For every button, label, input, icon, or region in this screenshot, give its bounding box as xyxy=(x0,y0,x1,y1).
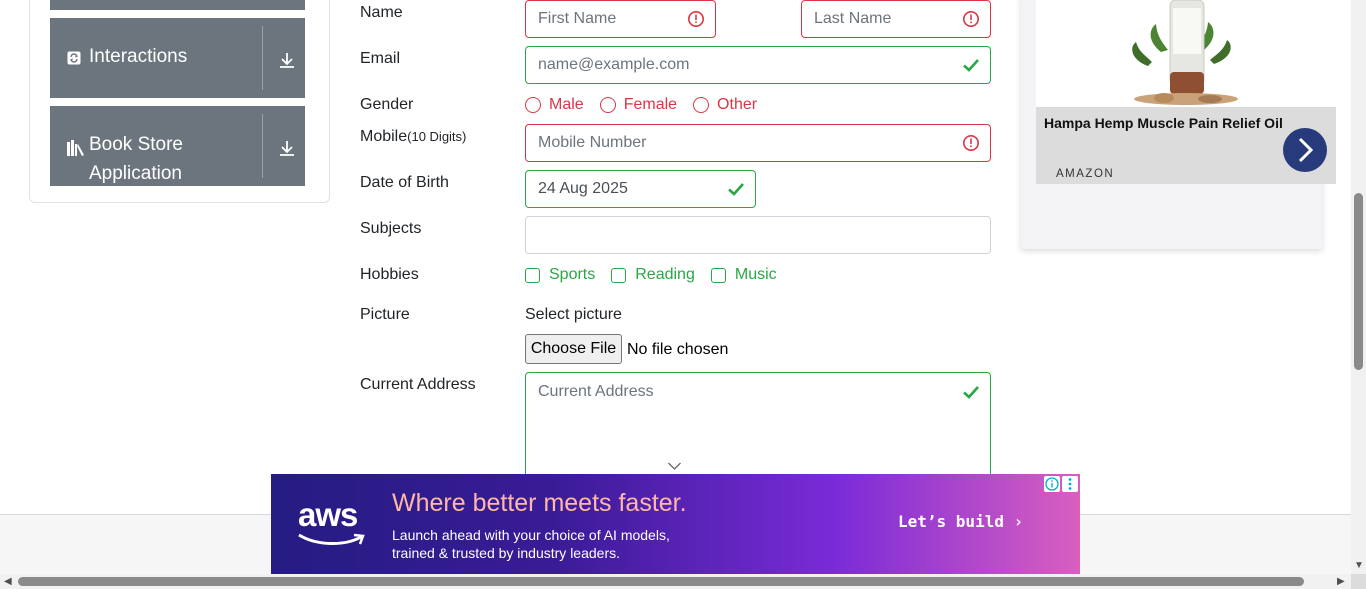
mobile-placeholder: Mobile Number xyxy=(538,134,647,151)
checkbox-label[interactable]: Sports xyxy=(549,266,595,284)
hemp-oil-bottle-icon xyxy=(1132,0,1238,105)
mobile-hint: (10 Digits) xyxy=(407,129,467,144)
hobby-reading-checkbox[interactable]: Reading xyxy=(611,266,695,284)
radio-label[interactable]: Other xyxy=(717,96,757,114)
gender-female-radio[interactable]: Female xyxy=(599,96,677,114)
radio-label[interactable]: Male xyxy=(549,96,584,114)
divider xyxy=(262,114,263,178)
scroll-left-arrow-icon[interactable]: ◀ xyxy=(4,577,12,587)
download-icon[interactable] xyxy=(277,138,297,158)
last-name-placeholder: Last Name xyxy=(814,10,892,27)
address-placeholder: Current Address xyxy=(538,383,654,400)
first-name-placeholder: First Name xyxy=(538,10,617,27)
email-placeholder: name@example.com xyxy=(538,56,690,73)
chevron-right-icon xyxy=(1298,137,1314,163)
error-icon xyxy=(963,135,979,151)
ad-subtext-line: Launch ahead with your choice of AI mode… xyxy=(392,527,670,543)
address-label: Current Address xyxy=(360,376,476,393)
vertical-scrollbar-thumb[interactable] xyxy=(1354,193,1363,370)
error-icon xyxy=(963,11,979,27)
file-status: No file chosen xyxy=(627,341,729,358)
sidebar-item-book-store[interactable]: Book Store Application xyxy=(50,106,305,186)
checkbox-box[interactable] xyxy=(525,267,540,283)
mobile-label-text: Mobile xyxy=(360,128,408,145)
download-icon[interactable] xyxy=(277,50,297,70)
check-icon xyxy=(963,59,979,72)
check-icon xyxy=(728,183,744,196)
subjects-input[interactable] xyxy=(525,216,991,254)
scroll-down-arrow-icon[interactable]: ▼ xyxy=(1354,561,1364,571)
sidebar-item-previous[interactable] xyxy=(50,0,305,10)
aws-logo: aws xyxy=(298,496,358,533)
gender-male-radio[interactable]: Male xyxy=(525,96,584,114)
gender-options: Male Female Other xyxy=(525,96,773,114)
dob-value: 24 Aug 2025 xyxy=(538,180,628,197)
horizontal-scrollbar-thumb[interactable] xyxy=(18,577,1304,586)
email-input[interactable]: name@example.com xyxy=(525,46,991,84)
address-textarea[interactable]: Current Address xyxy=(525,372,991,482)
email-label: Email xyxy=(360,50,401,67)
scroll-right-arrow-icon[interactable]: ▶ xyxy=(1337,577,1345,587)
gender-other-radio[interactable]: Other xyxy=(693,96,757,114)
hobby-sports-checkbox[interactable]: Sports xyxy=(525,266,595,284)
chevron-down-icon[interactable] xyxy=(667,461,682,471)
picture-label: Picture xyxy=(360,306,410,323)
subjects-label: Subjects xyxy=(360,220,422,237)
sidebar-item-label: Book Store Application xyxy=(89,134,183,184)
ad-cta-link[interactable]: Let’s build › xyxy=(898,512,1023,531)
check-icon xyxy=(963,386,979,399)
sidebar-item-label: Interactions xyxy=(89,46,188,67)
last-name-input[interactable]: Last Name xyxy=(801,0,991,38)
scrollbar-corner xyxy=(1351,574,1366,589)
ad-menu-icon[interactable] xyxy=(1062,476,1078,492)
ad-subtext-line: trained & trusted by industry leaders. xyxy=(392,545,621,561)
ad-title[interactable]: Hampa Hemp Muscle Pain Relief Oil xyxy=(1044,115,1283,131)
ad-product-image[interactable] xyxy=(1036,0,1336,107)
first-name-input[interactable]: First Name xyxy=(525,0,716,38)
ad-info-icon[interactable] xyxy=(1044,476,1060,492)
dob-input[interactable]: 24 Aug 2025 xyxy=(525,170,756,208)
checkbox-label[interactable]: Music xyxy=(735,266,777,284)
ad-headline: Where better meets faster. xyxy=(392,489,687,517)
radio-circle[interactable] xyxy=(693,97,710,113)
mobile-label: Mobile(10 Digits) xyxy=(360,128,466,146)
mobile-input[interactable]: Mobile Number xyxy=(525,124,991,162)
sidebar-item-interactions[interactable]: Interactions xyxy=(50,18,305,98)
gender-label: Gender xyxy=(360,96,414,113)
hobbies-options: Sports Reading Music xyxy=(525,266,793,284)
books-icon xyxy=(67,140,85,159)
name-label: Name xyxy=(360,4,403,21)
ad-source: AMAZON xyxy=(1056,168,1115,180)
radio-circle[interactable] xyxy=(525,97,541,113)
error-icon xyxy=(688,11,704,27)
hobbies-label: Hobbies xyxy=(360,266,419,283)
checkbox-box[interactable] xyxy=(710,267,726,283)
dob-label: Date of Birth xyxy=(360,174,449,191)
page: Interactions Book Store Application Name… xyxy=(0,0,1366,589)
ad-subtext: Launch ahead with your choice of AI mode… xyxy=(392,526,670,562)
checkbox-label[interactable]: Reading xyxy=(635,266,695,284)
choose-file-button[interactable]: Choose File xyxy=(525,334,622,364)
radio-circle[interactable] xyxy=(599,97,616,113)
divider xyxy=(262,26,263,90)
aws-smile-icon xyxy=(298,533,365,545)
ad-next-button[interactable] xyxy=(1283,128,1327,172)
checkbox-box[interactable] xyxy=(611,267,627,283)
radio-label[interactable]: Female xyxy=(624,96,677,114)
hobby-music-checkbox[interactable]: Music xyxy=(710,266,777,284)
bottom-ad-banner[interactable]: aws Where better meets faster. Launch ah… xyxy=(271,474,1080,574)
refresh-icon xyxy=(67,51,81,68)
select-picture-text: Select picture xyxy=(525,306,622,323)
